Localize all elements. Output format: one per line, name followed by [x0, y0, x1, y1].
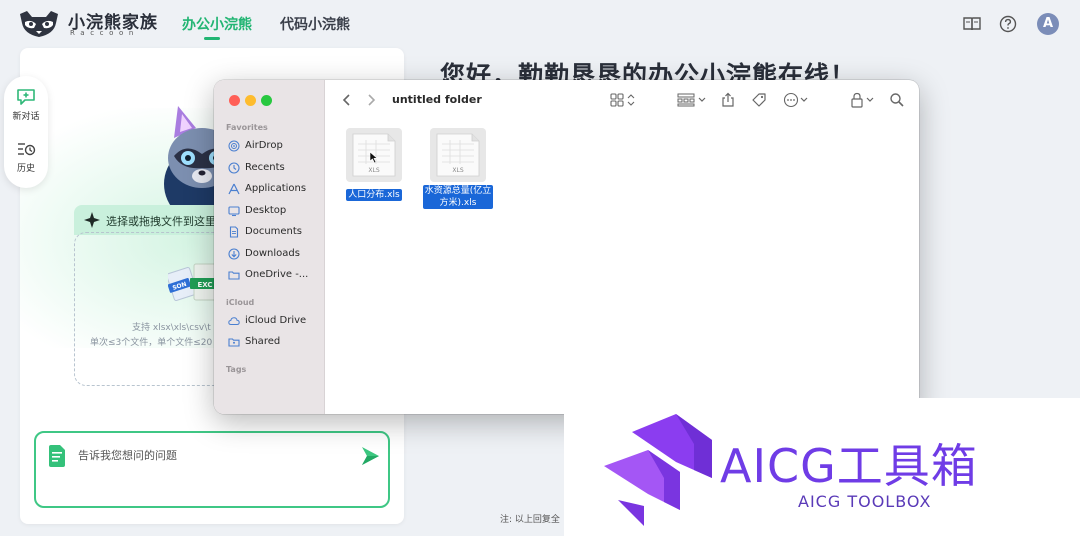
book-icon[interactable]: [962, 14, 982, 34]
sidebar-item-downloads[interactable]: Downloads: [228, 245, 323, 263]
file-limit-text: 单次≤3个文件，单个文件≤20: [90, 338, 213, 348]
lock-icon[interactable]: [849, 92, 877, 108]
sidebar-section-icloud: iCloud: [226, 298, 255, 307]
sidebar-item-desktop[interactable]: Desktop: [228, 202, 323, 220]
file-item[interactable]: XLS 水资源总量(亿立 方米).xls: [418, 128, 498, 209]
finder-toolbar: untitled folder: [325, 80, 919, 120]
clock-icon: [228, 162, 240, 174]
new-chat-icon: [17, 89, 35, 105]
folder-title: untitled folder: [392, 93, 482, 106]
raccoon-logo-icon: [20, 11, 58, 37]
sidebar-item-airdrop[interactable]: AirDrop: [228, 137, 323, 155]
upload-banner-text: 选择或拖拽文件到这里: [106, 215, 216, 228]
new-chat-button[interactable]: 新对话: [4, 88, 48, 122]
svg-text:EXC: EXC: [197, 281, 212, 289]
active-tab-indicator: [204, 37, 220, 40]
file-name: 人口分布.xls: [346, 189, 402, 201]
brand-subtitle: Raccoon: [70, 29, 139, 37]
sidebar-item-label: Shared: [245, 336, 281, 347]
user-avatar[interactable]: A: [1037, 13, 1059, 35]
xls-file-icon: XLS: [430, 128, 486, 182]
sidebar-item-shared[interactable]: Shared: [228, 333, 323, 351]
side-rail: 新对话 历史: [4, 76, 48, 188]
aicg-toolbox-logo-icon: [604, 414, 712, 526]
help-icon[interactable]: [998, 14, 1018, 34]
sidebar-item-documents[interactable]: Documents: [228, 223, 323, 241]
shared-folder-icon: [228, 338, 240, 347]
footnote: 注: 以上回复全: [500, 515, 560, 525]
zoom-window-button[interactable]: [261, 95, 272, 106]
sidebar-section-favorites: Favorites: [226, 123, 268, 132]
sidebar-item-label: Desktop: [245, 205, 287, 216]
group-view-icon[interactable]: [677, 92, 709, 108]
search-icon[interactable]: [889, 92, 905, 108]
icon-view-icon[interactable]: [610, 92, 638, 108]
new-chat-label: 新对话: [12, 112, 40, 122]
share-icon[interactable]: [720, 92, 736, 108]
sidebar-item-label: AirDrop: [245, 140, 283, 151]
cloud-icon: [228, 317, 240, 325]
xls-type-label: XLS: [452, 167, 463, 174]
tab-office-raccoon[interactable]: 办公小浣熊: [182, 14, 252, 34]
sidebar-section-tags: Tags: [226, 365, 247, 374]
history-button[interactable]: 历史: [4, 140, 48, 174]
sidebar-item-recents[interactable]: Recents: [228, 159, 323, 177]
applications-icon: [228, 183, 240, 195]
sparkle-icon: [84, 212, 100, 228]
sidebar-item-icloud-drive[interactable]: iCloud Drive: [228, 312, 323, 330]
folder-icon: [228, 271, 240, 280]
sidebar-item-applications[interactable]: Applications: [228, 180, 323, 198]
send-icon[interactable]: [360, 445, 380, 467]
question-input[interactable]: [78, 445, 348, 465]
desktop-icon: [228, 206, 240, 217]
sidebar-item-label: Applications: [245, 183, 307, 194]
file-name: 水资源总量(亿立 方米).xls: [422, 185, 494, 209]
file-item[interactable]: XLS 人口分布.xls: [334, 128, 414, 201]
aicg-toolbox-watermark: AICG工具箱 AICG TOOLBOX: [564, 398, 1080, 536]
xls-type-label: XLS: [368, 167, 379, 174]
tab-code-raccoon[interactable]: 代码小浣熊: [280, 14, 350, 34]
download-icon: [228, 248, 240, 260]
document-icon: [229, 226, 239, 238]
history-icon: [18, 143, 36, 156]
close-window-button[interactable]: [229, 95, 240, 106]
top-bar: 小浣熊家族 Raccoon 办公小浣熊 代码小浣熊 A: [0, 0, 1080, 48]
sidebar-item-label: iCloud Drive: [245, 315, 307, 326]
more-options-icon[interactable]: [783, 92, 811, 108]
airdrop-icon: [228, 140, 240, 152]
sidebar-item-label: OneDrive -...: [245, 269, 309, 280]
chat-input-box[interactable]: [34, 431, 390, 508]
file-name-line1: 水资源总量(亿立: [424, 186, 492, 196]
xls-file-icon: XLS: [346, 128, 402, 182]
history-label: 历史: [16, 164, 35, 174]
tag-icon[interactable]: [751, 92, 767, 108]
sidebar-item-onedrive[interactable]: OneDrive -...: [228, 266, 323, 284]
forward-icon[interactable]: [363, 92, 379, 108]
watermark-subtitle: AICG TOOLBOX: [798, 492, 932, 511]
document-icon: [49, 445, 65, 467]
file-name-line2: 方米).xls: [439, 198, 477, 208]
sidebar-item-label: Documents: [245, 226, 303, 237]
sidebar-item-label: Recents: [245, 162, 285, 173]
back-icon[interactable]: [339, 92, 355, 108]
supported-formats-text: 支持 xlsx\xls\csv\t: [132, 323, 211, 333]
finder-window[interactable]: Favorites AirDrop Recents Applications D…: [214, 80, 919, 414]
finder-sidebar: Favorites AirDrop Recents Applications D…: [214, 80, 325, 414]
watermark-title: AICG工具箱: [720, 439, 978, 493]
sidebar-item-label: Downloads: [245, 248, 300, 259]
minimize-window-button[interactable]: [245, 95, 256, 106]
